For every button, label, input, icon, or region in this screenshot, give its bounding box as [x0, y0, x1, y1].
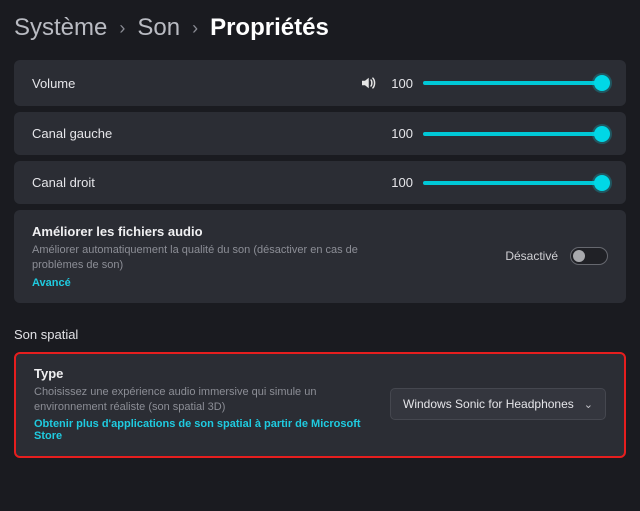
left-channel-value: 100	[387, 126, 413, 141]
breadcrumb-system[interactable]: Système	[14, 14, 107, 42]
slider-thumb[interactable]	[594, 126, 610, 142]
chevron-down-icon: ⌄	[584, 398, 593, 411]
spatial-store-link[interactable]: Obtenir plus d'applications de son spati…	[34, 418, 376, 442]
chevron-right-icon: ›	[119, 18, 125, 39]
spatial-type-dropdown[interactable]: Windows Sonic for Headphones ⌄	[390, 388, 606, 420]
speaker-icon[interactable]	[359, 74, 377, 92]
volume-label: Volume	[32, 76, 122, 91]
chevron-right-icon: ›	[192, 18, 198, 39]
breadcrumb-current: Propriétés	[210, 14, 329, 42]
volume-slider[interactable]	[423, 81, 608, 85]
right-channel-row: Canal droit 100	[14, 161, 626, 204]
left-channel-row: Canal gauche 100	[14, 112, 626, 155]
enhance-state-label: Désactivé	[505, 249, 558, 263]
enhance-audio-row: Améliorer les fichiers audio Améliorer a…	[14, 210, 626, 303]
right-channel-value: 100	[387, 175, 413, 190]
spatial-type-row: Type Choisissez une expérience audio imm…	[14, 352, 626, 459]
enhance-description: Améliorer automatiquement la qualité du …	[32, 243, 412, 273]
volume-value: 100	[387, 76, 413, 91]
enhance-advanced-link[interactable]: Avancé	[32, 277, 485, 289]
breadcrumb-sound[interactable]: Son	[137, 14, 180, 42]
right-channel-label: Canal droit	[32, 175, 122, 190]
dropdown-selected-label: Windows Sonic for Headphones	[403, 397, 574, 411]
spatial-sound-heading: Son spatial	[14, 327, 626, 342]
slider-thumb[interactable]	[594, 175, 610, 191]
enhance-title: Améliorer les fichiers audio	[32, 224, 485, 239]
right-channel-slider[interactable]	[423, 181, 608, 185]
spatial-type-title: Type	[34, 366, 376, 381]
left-channel-label: Canal gauche	[32, 126, 122, 141]
enhance-toggle[interactable]	[570, 247, 608, 265]
volume-row: Volume 100	[14, 60, 626, 106]
spatial-type-description: Choisissez une expérience audio immersiv…	[34, 385, 376, 415]
slider-thumb[interactable]	[594, 75, 610, 91]
left-channel-slider[interactable]	[423, 132, 608, 136]
breadcrumb: Système › Son › Propriétés	[0, 0, 640, 60]
